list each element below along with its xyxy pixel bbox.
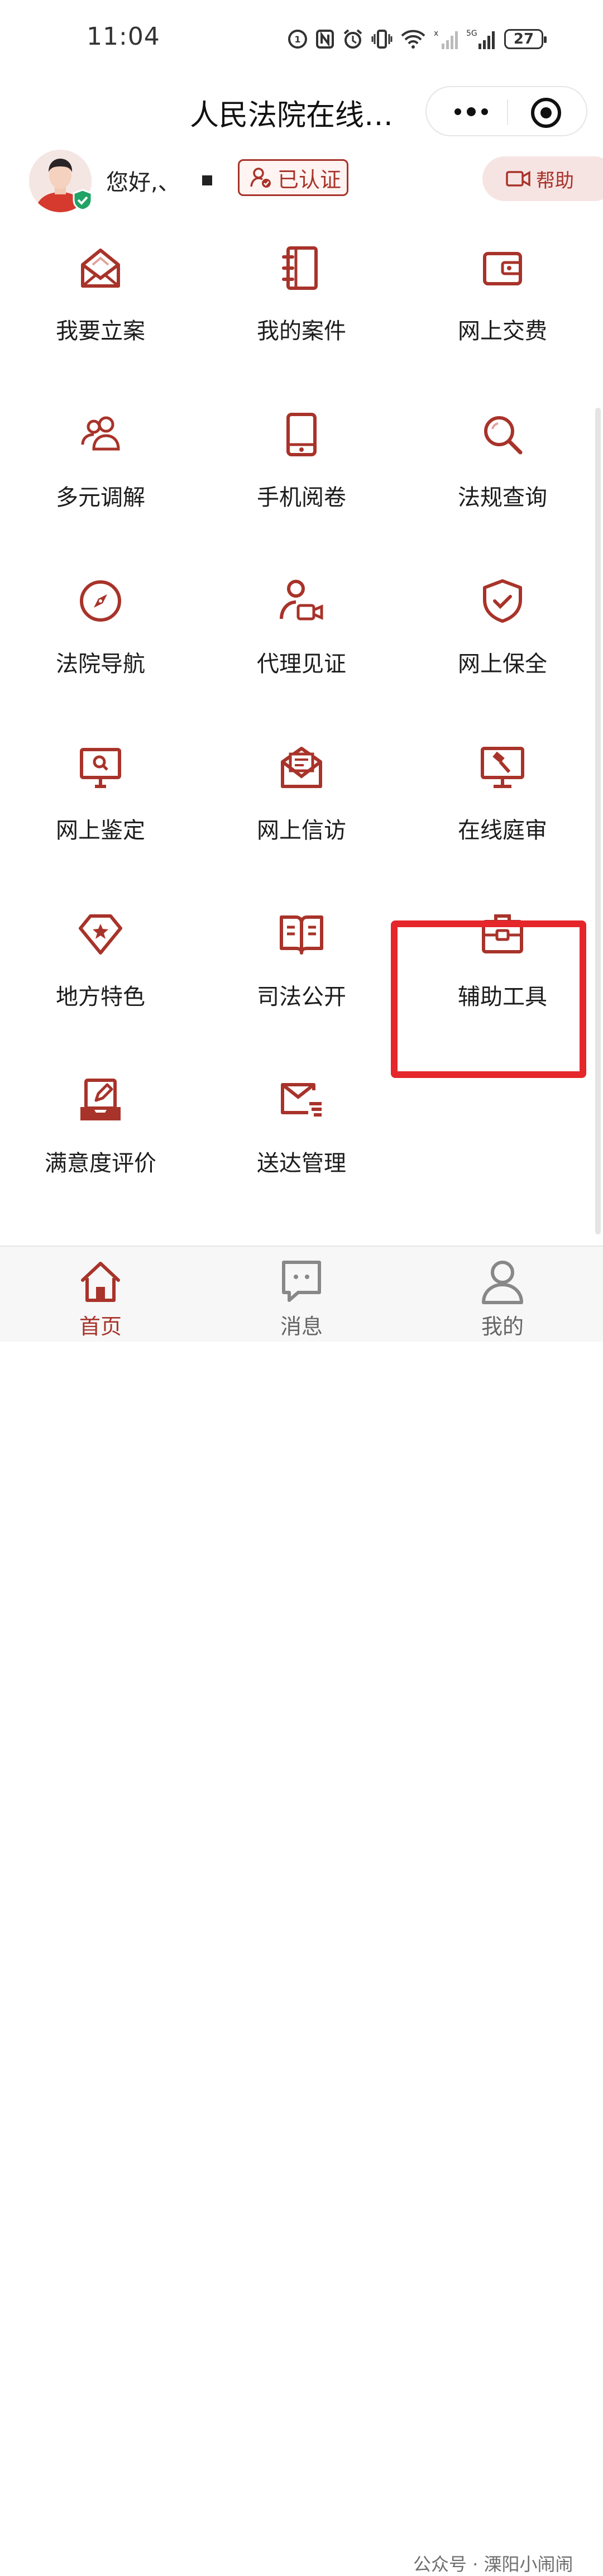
star-diamond-icon — [79, 914, 122, 955]
grid-item-label: 代理见证 — [257, 651, 346, 677]
status-bar: 11:04 1 x 5G 27 — [0, 0, 603, 78]
highlight-annotation — [391, 920, 586, 1078]
tab-label: 我的 — [481, 1314, 524, 1339]
tab-label: 消息 — [280, 1314, 323, 1339]
notebook-icon — [282, 246, 318, 290]
signal-5g-icon: 5G — [466, 29, 495, 49]
grid-item-label: 多元调解 — [56, 485, 145, 511]
greeting-text: 您好,、 — [106, 170, 180, 195]
hd-call-icon: 1 — [288, 30, 307, 49]
grid-item-label: 法院导航 — [56, 651, 145, 677]
grid-item-label: 网上信访 — [257, 818, 346, 843]
mail-lines-icon — [281, 1083, 322, 1117]
mail-letter-icon — [281, 747, 322, 788]
grid-item-online-payment[interactable]: 网上交费 — [419, 246, 586, 369]
grid-item-label: 在线庭审 — [458, 818, 547, 843]
grid-item-label: 司法公开 — [257, 984, 346, 1010]
grid-item-label: 网上鉴定 — [56, 818, 145, 843]
verified-shield-icon — [73, 189, 93, 211]
grid-item-label: 我要立案 — [56, 318, 145, 344]
signal-weak-icon: x — [434, 29, 458, 49]
grid-item-law-search[interactable]: 法规查询 — [419, 412, 586, 535]
compass-icon — [80, 580, 121, 622]
grid-item-online-trial[interactable]: 在线庭审 — [419, 745, 586, 868]
miniapp-capsule — [425, 86, 587, 136]
certified-label: 已认证 — [277, 167, 342, 192]
grid-item-my-cases[interactable]: 我的案件 — [218, 246, 385, 369]
grid-item-file-case[interactable]: 我要立案 — [17, 246, 184, 369]
tab-home[interactable]: 首页 — [45, 1258, 156, 1342]
grid-item-label: 网上交费 — [458, 318, 547, 344]
help-button[interactable]: 帮助 — [482, 156, 603, 201]
certified-badge[interactable]: 已认证 — [238, 159, 348, 196]
grid-item-label: 手机阅卷 — [257, 485, 346, 511]
user-row: 您好,、 已认证 帮助 — [0, 150, 603, 212]
monitor-search-icon — [80, 748, 121, 788]
capsule-divider — [507, 99, 508, 125]
grid-item-label: 地方特色 — [56, 984, 145, 1010]
more-icon[interactable] — [449, 99, 494, 124]
watermark-text: 公众号 · 溧阳小闹闹 — [413, 2554, 573, 2575]
help-label: 帮助 — [536, 169, 574, 192]
masked-name — [202, 175, 212, 185]
user-check-icon — [250, 168, 271, 188]
grid-item-label: 送达管理 — [257, 1151, 346, 1176]
nfc-icon — [316, 30, 334, 49]
tab-label: 首页 — [79, 1314, 122, 1339]
tab-profile[interactable]: 我的 — [447, 1258, 558, 1342]
page-title: 人民法院在线… — [190, 99, 394, 132]
grid-item-online-appraisal[interactable]: 网上鉴定 — [17, 745, 184, 868]
people-icon — [81, 416, 120, 451]
bottom-tab-bar: 首页 消息 我的 公众号 · 溧阳小闹闹 — [0, 1246, 603, 2575]
gavel-screen-icon — [481, 747, 524, 788]
search-icon — [484, 416, 523, 455]
grid-item-satisfaction-rating[interactable]: 满意度评价 — [17, 1078, 184, 1201]
close-miniapp-icon[interactable] — [530, 97, 562, 128]
vibrate-icon — [371, 30, 393, 49]
alarm-icon — [343, 29, 362, 49]
grid-item-agent-witness[interactable]: 代理见证 — [218, 579, 385, 702]
grid-item-local-features[interactable]: 地方特色 — [17, 912, 184, 1034]
grid-item-service-management[interactable]: 送达管理 — [218, 1078, 385, 1201]
grid-item-label: 满意度评价 — [45, 1151, 156, 1176]
tab-messages[interactable]: 消息 — [246, 1258, 357, 1342]
grid-item-label: 我的案件 — [257, 318, 346, 344]
status-icons: 1 x 5G 27 — [288, 25, 547, 53]
title-bar: 人民法院在线… — [0, 84, 603, 140]
svg-text:5G: 5G — [466, 29, 477, 38]
grid-item-mediation[interactable]: 多元调解 — [17, 412, 184, 535]
home-icon — [81, 1262, 120, 1302]
grid-item-online-preservation[interactable]: 网上保全 — [419, 579, 586, 702]
battery-indicator: 27 — [504, 29, 547, 49]
grid-item-mobile-files[interactable]: 手机阅卷 — [218, 412, 385, 535]
tray-edit-icon — [80, 1079, 121, 1120]
avatar[interactable] — [29, 150, 93, 212]
svg-text:x: x — [434, 29, 438, 38]
envelope-open-icon — [81, 249, 120, 288]
user-icon — [482, 1261, 523, 1304]
phone-icon — [286, 413, 317, 456]
grid-item-label: 网上保全 — [458, 651, 547, 677]
status-time: 11:04 — [87, 22, 160, 51]
video-camera-icon — [506, 170, 530, 187]
shield-check-icon — [483, 579, 522, 623]
svg-text:1: 1 — [294, 34, 300, 45]
wifi-icon — [401, 30, 425, 49]
grid-item-label: 法规查询 — [458, 485, 547, 511]
chat-icon — [282, 1261, 321, 1302]
grid-item-court-navigation[interactable]: 法院导航 — [17, 579, 184, 702]
scrollbar[interactable] — [595, 408, 601, 1234]
grid-item-online-petition[interactable]: 网上信访 — [218, 745, 385, 868]
grid-item-judicial-openness[interactable]: 司法公开 — [218, 912, 385, 1034]
wallet-icon — [483, 252, 522, 285]
user-video-icon — [280, 580, 323, 621]
open-book-icon — [280, 915, 323, 955]
